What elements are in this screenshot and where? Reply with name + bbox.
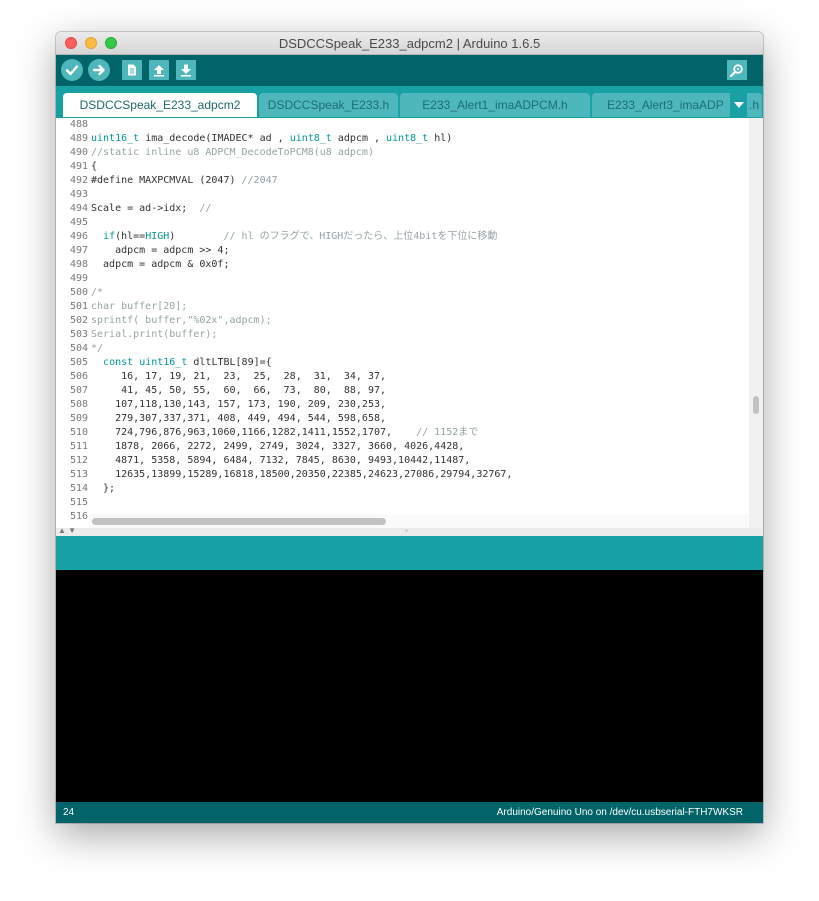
line-number: 490	[69, 147, 88, 158]
line-number: 501	[69, 301, 88, 312]
line-number: 516	[69, 511, 88, 522]
arduino-window: DSDCCSpeak_E233_adpcm2 | Arduino 1.6.5 D…	[56, 32, 763, 823]
status-bar: 24 Arduino/Genuino Uno on /dev/cu.usbser…	[56, 802, 763, 823]
horizontal-scroll-thumb[interactable]	[92, 518, 386, 525]
line-number: 504	[69, 343, 88, 354]
code-line: #define MAXPCMVAL (2047) //2047	[91, 175, 278, 186]
tab-overflow-suffix: .h	[749, 98, 760, 112]
collapse-arrows-icon[interactable]: ▲ ▼	[58, 526, 76, 535]
line-number: 495	[69, 217, 88, 228]
serial-monitor-button[interactable]	[727, 60, 747, 80]
code-line: 1878, 2066, 2272, 2499, 2749, 3024, 3327…	[91, 441, 465, 452]
line-number: 499	[69, 273, 88, 284]
new-sketch-button[interactable]	[122, 60, 142, 80]
code-line: char buffer[20];	[91, 301, 188, 312]
horizontal-scrollbar[interactable]	[89, 514, 749, 528]
line-number: 502	[69, 315, 88, 326]
line-number: 511	[69, 441, 88, 452]
code-line: if(hl==HIGH) // hl のフラグで、HIGHだったら、上位4bit…	[103, 231, 498, 242]
code-line: 279,307,337,371, 408, 449, 494, 544, 598…	[91, 413, 387, 424]
code-line: 12635,13899,15289,16818,18500,20350,2238…	[91, 469, 513, 480]
triangle-down-icon	[733, 102, 744, 108]
line-number-gutter: 488 489 490 491 492 493 494 495 496 497 498 499 500 5…	[56, 118, 90, 528]
board-port-label: Arduino/Genuino Uno on /dev/cu.usbserial…	[496, 807, 743, 818]
code-line: sprintf( buffer,"%02x",adpcm);	[91, 315, 272, 326]
code-line: 16, 17, 19, 21, 23, 25, 28, 31, 34, 37,	[91, 371, 387, 382]
line-number: 503	[69, 329, 88, 340]
line-number: 507	[69, 385, 88, 396]
tab-menu-button[interactable]	[730, 93, 747, 117]
line-number-indicator: 24	[63, 807, 75, 818]
line-number: 494	[69, 203, 88, 214]
code-line: //static inline u8 ADPCM_DecodeToPCM8(u8…	[91, 147, 374, 158]
message-area	[56, 536, 763, 570]
line-number: 510	[69, 427, 88, 438]
code-line: Serial.print(buffer);	[91, 329, 218, 340]
divider-grip-icon[interactable]: ◦	[405, 526, 408, 535]
line-number: 497	[69, 245, 88, 256]
code-line: adpcm = adpcm & 0x0f;	[91, 259, 230, 270]
line-number: 500	[69, 287, 88, 298]
arrow-down-icon	[181, 64, 191, 77]
code-editor[interactable]: 488 489 490 491 492 493 494 495 496 497 498 499 500 5…	[56, 118, 763, 528]
code-line: */	[91, 343, 104, 354]
checkmark-icon	[65, 65, 79, 76]
line-number: 492	[69, 175, 88, 186]
code-line: const uint16_t dltLTBL[89]={	[103, 357, 272, 368]
code-line: 41, 45, 50, 55, 60, 66, 73, 80, 88, 97,	[91, 385, 387, 396]
line-number: 496	[69, 231, 88, 242]
toolbar	[56, 55, 763, 86]
open-button[interactable]	[149, 60, 169, 80]
tab-dsdccspeak-e233-adpcm2[interactable]: DSDCCSpeak_E233_adpcm2	[63, 93, 257, 117]
verify-button[interactable]	[61, 59, 83, 81]
line-number: 512	[69, 455, 88, 466]
vertical-scrollbar[interactable]	[749, 118, 763, 528]
save-button[interactable]	[176, 60, 196, 80]
code-line: 107,118,130,143, 157, 173, 190, 209, 230…	[91, 399, 387, 410]
code-line: Scale = ad->idx; //	[91, 203, 212, 214]
title-bar[interactable]: DSDCCSpeak_E233_adpcm2 | Arduino 1.6.5	[56, 32, 763, 55]
tab-label: E233_Alert3_imaADP	[607, 98, 724, 112]
line-number: 515	[69, 497, 88, 508]
code-line: uint16_t ima_decode(IMADEC* ad , uint8_t…	[91, 133, 453, 144]
line-number: 489	[69, 133, 88, 144]
code-line: /*	[91, 287, 104, 298]
line-number: 506	[69, 371, 88, 382]
line-number: 508	[69, 399, 88, 410]
line-number: 513	[69, 469, 88, 480]
code-area[interactable]: uint16_t ima_decode(IMADEC* ad , uint8_t…	[91, 118, 741, 516]
line-number: 491	[69, 161, 88, 172]
code-line: adpcm = adpcm >> 4;	[91, 245, 230, 256]
line-number: 514	[69, 483, 88, 494]
vertical-scroll-thumb[interactable]	[753, 396, 759, 414]
line-number: 509	[69, 413, 88, 424]
code-line: 4871, 5358, 5894, 6484, 7132, 7845, 8630…	[91, 455, 471, 466]
arrow-up-icon	[154, 65, 164, 77]
tab-dsdccspeak-e233-h[interactable]: DSDCCSpeak_E233.h	[259, 93, 398, 117]
line-number: 488	[69, 119, 88, 130]
code-line: };	[91, 483, 116, 494]
tab-e233-alert1-imaadpcm-h[interactable]: E233_Alert1_imaADPCM.h	[400, 93, 590, 117]
arrow-right-icon	[92, 64, 105, 76]
line-number: 493	[69, 189, 88, 200]
pane-divider[interactable]: ▲ ▼ ◦	[56, 526, 763, 536]
upload-button[interactable]	[88, 59, 110, 81]
window-title: DSDCCSpeak_E233_adpcm2 | Arduino 1.6.5	[278, 36, 541, 51]
console-output[interactable]	[56, 570, 763, 802]
line-number: 505	[69, 357, 88, 368]
tab-bar: DSDCCSpeak_E233_adpcm2 DSDCCSpeak_E233.h…	[56, 86, 763, 118]
magnifier-icon	[729, 64, 743, 77]
code-line: 724,796,876,963,1060,1166,1282,1411,1552…	[91, 427, 479, 438]
line-number: 498	[69, 259, 88, 270]
code-line: {	[91, 161, 98, 172]
new-file-icon	[128, 64, 136, 76]
